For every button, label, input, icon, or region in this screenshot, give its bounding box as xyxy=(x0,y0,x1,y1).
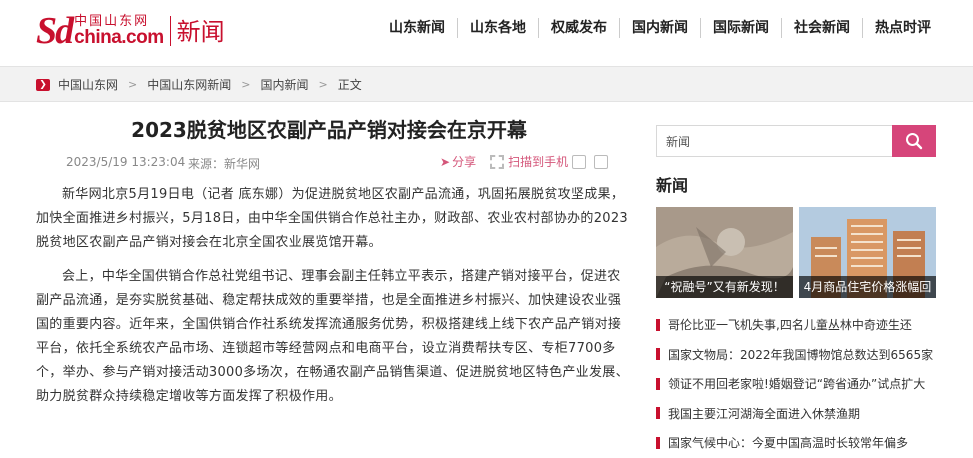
font-size-icon[interactable] xyxy=(594,154,609,169)
breadcrumb-separator: > xyxy=(128,78,138,91)
thumbnail-row: “祝融号”又有新发现！ 4月商品住宅价格涨幅回 xyxy=(656,207,936,298)
bullet-marker xyxy=(656,407,660,420)
breadcrumb-item-news[interactable]: 中国山东网新闻 xyxy=(147,76,231,93)
logo-sd-mark: Sd xyxy=(36,10,74,52)
news-headline[interactable]: 领证不用回老家啦!婚姻登记“跨省通办”试点扩大 xyxy=(668,375,925,392)
search-button[interactable] xyxy=(892,125,936,157)
news-list-item[interactable]: 我国主要江河湖海全面进入休禁渔期 xyxy=(656,399,936,429)
breadcrumb-bar: ❯ 中国山东网 > 中国山东网新闻 > 国内新闻 > 正文 xyxy=(0,66,973,102)
site-logo[interactable]: Sd 中国山东网 china.com 新闻 xyxy=(36,10,225,52)
nav-item-international-news[interactable]: 国际新闻 xyxy=(700,18,781,38)
qr-code-icon[interactable] xyxy=(490,154,505,169)
article-tools: ➤ 分享 扫描到手机 xyxy=(440,153,612,170)
thumbnail-card[interactable]: 4月商品住宅价格涨幅回 xyxy=(799,207,936,298)
news-list-item[interactable]: 国家气候中心：今夏中国高温时长较常年偏多 xyxy=(656,428,936,458)
search-input[interactable] xyxy=(656,125,892,157)
bullet-marker xyxy=(656,377,660,390)
scan-to-phone-link[interactable]: 扫描到手机 xyxy=(508,153,568,170)
nav-item-shandong-regions[interactable]: 山东各地 xyxy=(457,18,538,38)
breadcrumb-separator: > xyxy=(318,78,328,91)
article-paragraph: 新华网北京5月19日电（记者 底东娜）为促进脱贫地区农副产品流通，巩固拓展脱贫攻… xyxy=(36,187,628,250)
article-paragraph: 会上，中华全国供销合作总社党组书记、理事会副主任韩立平表示，搭建产销对接平台，促… xyxy=(36,269,629,404)
news-headline[interactable]: 国家气候中心：今夏中国高温时长较常年偏多 xyxy=(668,434,908,451)
breadcrumb-item-current: 正文 xyxy=(337,78,362,92)
news-list: 哥伦比亚一飞机失事,四名儿童丛林中奇迹生还 国家文物局：2022年我国博物馆总数… xyxy=(656,310,936,458)
news-headline[interactable]: 国家文物局：2022年我国博物馆总数达到6565家 xyxy=(668,346,933,363)
bullet-marker xyxy=(656,318,660,331)
sidebar-heading: 新闻 xyxy=(656,176,689,195)
news-list-item[interactable]: 哥伦比亚一飞机失事,四名儿童丛林中奇迹生还 xyxy=(656,310,936,340)
nav-item-official-releases[interactable]: 权威发布 xyxy=(538,18,619,38)
nav-item-social-news[interactable]: 社会新闻 xyxy=(781,18,862,38)
thumbnail-caption: “祝融号”又有新发现！ xyxy=(656,276,793,298)
breadcrumb-item-home[interactable]: 中国山东网 xyxy=(58,76,118,93)
bullet-marker xyxy=(656,436,660,449)
breadcrumb-item-domestic[interactable]: 国内新闻 xyxy=(260,76,308,93)
news-list-item[interactable]: 国家文物局：2022年我国博物馆总数达到6565家 xyxy=(656,340,936,370)
nav-item-domestic-news[interactable]: 国内新闻 xyxy=(619,18,700,38)
bullet-marker xyxy=(656,348,660,361)
nav-item-hot-commentary[interactable]: 热点时评 xyxy=(862,18,943,38)
news-headline[interactable]: 哥伦比亚一飞机失事,四名儿童丛林中奇迹生还 xyxy=(668,316,912,333)
main-nav: 山东新闻 山东各地 权威发布 国内新闻 国际新闻 社会新闻 热点时评 xyxy=(377,18,943,38)
logo-domain: china.com xyxy=(74,27,164,48)
search-box xyxy=(656,125,936,157)
news-headline[interactable]: 我国主要江河湖海全面进入休禁渔期 xyxy=(668,405,860,422)
logo-wordmark: 中国山东网 china.com xyxy=(74,15,164,48)
article-source: 来源：新华网 xyxy=(188,157,261,171)
article-title: 2023脱贫地区农副产品产销对接会在京开幕 xyxy=(131,118,527,142)
article-date: 2023/5/19 13:23:04 xyxy=(66,155,186,169)
article: 2023脱贫地区农副产品产销对接会在京开幕 2023/5/19 13:23:04… xyxy=(36,115,632,409)
site-header: Sd 中国山东网 china.com 新闻 山东新闻 山东各地 权威发布 国内新… xyxy=(0,0,973,60)
share-icon[interactable]: ➤ xyxy=(440,155,450,169)
print-icon[interactable] xyxy=(572,154,587,169)
article-meta: 2023/5/19 13:23:04 来源：新华网 ➤ 分享 扫描到手机 xyxy=(36,153,632,173)
logo-section-name: 新闻 xyxy=(176,18,225,46)
share-label[interactable]: 分享 xyxy=(452,153,476,170)
search-icon xyxy=(906,133,923,150)
news-list-item[interactable]: 领证不用回老家啦!婚姻登记“跨省通办”试点扩大 xyxy=(656,369,936,399)
sidebar: 新闻 “祝融号”又有新发现！ xyxy=(656,125,936,458)
thumbnail-card[interactable]: “祝融号”又有新发现！ xyxy=(656,207,793,298)
breadcrumb: ❯ 中国山东网 > 中国山东网新闻 > 国内新闻 > 正文 xyxy=(36,76,362,93)
nav-item-shandong-news[interactable]: 山东新闻 xyxy=(377,18,457,38)
thumbnail-caption: 4月商品住宅价格涨幅回 xyxy=(799,276,936,298)
breadcrumb-arrow-icon: ❯ xyxy=(36,78,50,91)
logo-divider xyxy=(169,16,171,46)
breadcrumb-separator: > xyxy=(241,78,251,91)
